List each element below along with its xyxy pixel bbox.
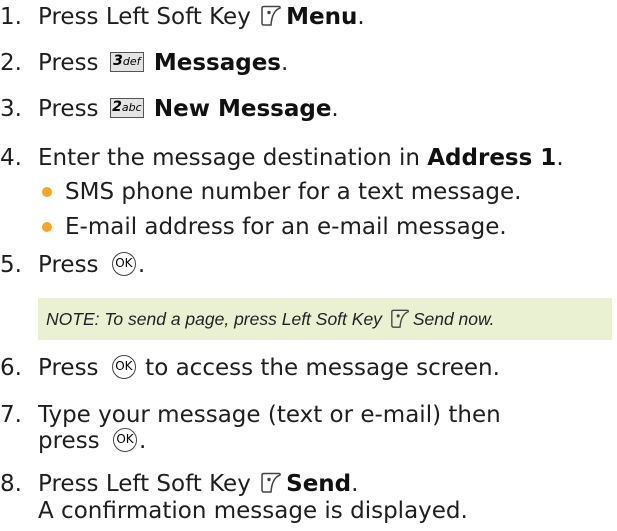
- step-number: 6.: [0, 355, 22, 381]
- confirmation-text: A confirmation message is displayed.: [38, 498, 468, 524]
- step-7-continued: press OK.: [38, 427, 147, 454]
- step-4: 4. Enter the message destination in Addre…: [0, 145, 564, 171]
- step-number: 1.: [0, 4, 22, 30]
- step-text: Press: [38, 252, 99, 278]
- step-5: 5. Press OK.: [0, 251, 146, 278]
- step-1: 1. Press Left Soft Key Menu.: [0, 4, 365, 30]
- note-send-now: Send now.: [412, 309, 495, 329]
- left-soft-key-icon: [390, 310, 409, 329]
- step-number: 3.: [0, 96, 22, 122]
- step-6: 6. Press OK to access the message screen.: [0, 354, 500, 381]
- step-text: Type your message (text or e-mail) then: [38, 402, 501, 428]
- left-soft-key-icon: [261, 472, 282, 493]
- step-text: Press: [38, 355, 99, 381]
- step-number: 5.: [0, 252, 22, 278]
- menu-label: Menu: [286, 4, 358, 30]
- ok-key-icon: OK: [112, 427, 137, 452]
- messages-label: Messages: [153, 50, 281, 76]
- bullet-dot: [42, 187, 52, 197]
- step-3: 3. Press 2abc New Message.: [0, 96, 339, 122]
- ok-key-icon: OK: [111, 251, 136, 276]
- bullet-item: SMS phone number for a text message.: [65, 179, 522, 205]
- step-number: 4.: [0, 145, 22, 171]
- ok-key-icon: OK: [111, 354, 136, 379]
- step-text: Press: [38, 50, 99, 76]
- step-text: Enter the message destination in: [38, 145, 420, 171]
- key-2-icon: 2abc: [109, 97, 144, 118]
- bullet-dot: [42, 222, 52, 232]
- step-number: 7.: [0, 402, 22, 428]
- step-2: 2. Press 3def Messages.: [0, 50, 289, 76]
- step-text: Press Left Soft Key: [38, 471, 251, 497]
- step-number: 2.: [0, 50, 22, 76]
- left-soft-key-icon: [261, 5, 282, 26]
- step-text: Press Left Soft Key: [38, 4, 251, 30]
- send-label: Send: [286, 471, 352, 497]
- step-8: 8. Press Left Soft Key Send.: [0, 471, 359, 497]
- note-text: NOTE: To send a page, press Left Soft Ke…: [46, 309, 382, 329]
- new-message-label: New Message: [153, 96, 332, 122]
- note-box: NOTE: To send a page, press Left Soft Ke…: [38, 298, 612, 340]
- bullet-item: E-mail address for an e-mail message.: [65, 214, 507, 240]
- step-number: 8.: [0, 471, 22, 497]
- address-1-label: Address 1: [427, 145, 557, 171]
- key-3-icon: 3def: [109, 51, 144, 72]
- step-text: Press: [38, 96, 99, 122]
